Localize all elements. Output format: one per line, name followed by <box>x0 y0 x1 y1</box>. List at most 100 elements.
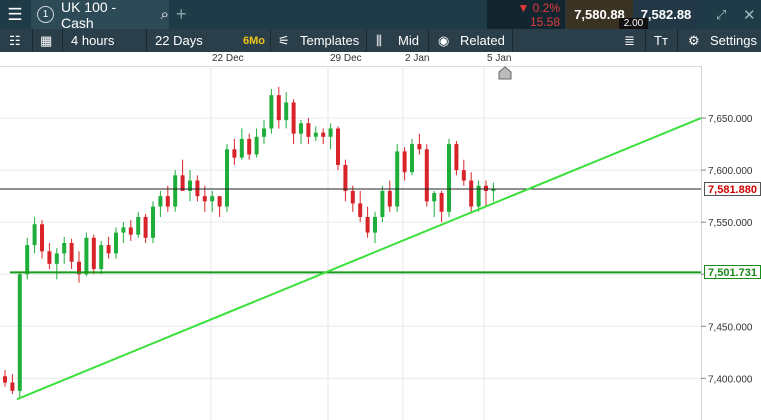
instrument-number-badge: 1 <box>37 6 54 23</box>
candle-body <box>239 138 244 158</box>
templates-button[interactable]: Templates <box>300 29 359 52</box>
date-label: 2 Jan <box>405 53 430 64</box>
price-tick-label: 7,650.000 <box>708 114 753 125</box>
candle-body <box>461 170 466 181</box>
candle-body <box>151 206 155 238</box>
candle-body <box>284 102 289 121</box>
candle-body <box>202 196 207 202</box>
expand-icon[interactable]: ⤢ <box>716 0 726 29</box>
change-percent: ▼ 0.2% <box>517 0 560 15</box>
panel-menu-icon[interactable]: ☷ <box>9 29 21 52</box>
price-type-icon[interactable]: ⫼ <box>376 29 382 52</box>
instrument-tab[interactable]: 1 UK 100 - Cash ⌕ <box>31 0 169 31</box>
candle-body <box>402 151 407 173</box>
grid-layout-icon[interactable]: ▦ <box>40 29 52 52</box>
candle-body <box>291 102 296 134</box>
scroll-marker-icon[interactable] <box>497 66 513 80</box>
candle-body <box>136 216 141 235</box>
candle-body <box>217 196 222 207</box>
candle-body <box>358 203 363 217</box>
candle-body <box>91 237 96 270</box>
candle-body <box>173 175 178 207</box>
candle-body <box>143 216 148 238</box>
text-size-icon[interactable]: Tт <box>654 29 668 52</box>
candle-body <box>306 123 311 137</box>
date-label: 5 Jan <box>487 53 512 64</box>
candle-body <box>32 224 37 246</box>
range-badge[interactable]: 6Mo <box>243 29 265 52</box>
candle-body <box>328 128 333 137</box>
instrument-name: UK 100 - Cash <box>60 0 117 31</box>
candle-body <box>343 164 348 191</box>
candle-body <box>158 196 163 207</box>
current-price-label: 7,581.880 <box>704 181 761 196</box>
price-tick-label: 7,450.000 <box>708 322 753 333</box>
instrument-bar: ☰ 1 UK 100 - Cash ⌕ + ▼ 0.2% 15.58 7,580… <box>0 0 761 31</box>
candle-body <box>40 224 44 252</box>
change-points: 15.58 <box>529 14 560 29</box>
candle-body <box>225 149 229 207</box>
candle-body <box>387 190 392 207</box>
candle-body <box>165 196 170 207</box>
candle-body <box>417 144 422 150</box>
candle-body <box>410 144 414 173</box>
candle-body <box>454 144 459 171</box>
candle-body <box>114 232 118 254</box>
price-change: ▼ 0.2% 15.58 <box>487 0 565 29</box>
candle-body <box>313 132 318 137</box>
horizontal-line-label: 7,501.731 <box>704 265 761 280</box>
annotation-lines <box>0 117 702 401</box>
candle-body <box>84 237 89 275</box>
price-chart[interactable]: 7,650.0007,600.0007,550.0007,500.0007,45… <box>0 66 761 420</box>
candle-body <box>365 216 370 233</box>
candle-body <box>54 253 59 264</box>
candle-body <box>247 138 252 155</box>
related-button[interactable]: Related <box>460 29 505 52</box>
interval-selector[interactable]: 4 hours <box>71 29 114 52</box>
drawing-tools-icon[interactable]: ≣ <box>624 29 635 52</box>
price-tick-label: 7,550.000 <box>708 218 753 229</box>
candle-body <box>373 216 377 233</box>
candle-body <box>269 95 274 129</box>
candles-group <box>3 86 496 400</box>
date-label: 29 Dec <box>330 53 362 64</box>
candle-body <box>321 132 326 137</box>
range-selector[interactable]: 22 Days <box>155 29 203 52</box>
candle-body <box>210 196 215 202</box>
candle-body <box>380 190 385 217</box>
candle-body <box>232 149 237 158</box>
add-tab-icon[interactable]: + <box>176 0 187 29</box>
candle-body <box>25 245 30 275</box>
settings-gear-icon[interactable]: ⚙ <box>688 29 700 52</box>
hamburger-menu-icon[interactable]: ☰ <box>0 0 30 29</box>
chart-toolbar: ☷ ▦ 4 hours 22 Days 6Mo ⚟ Templates ⫼ Mi… <box>0 29 761 52</box>
candle-body <box>424 149 429 202</box>
candle-body <box>299 123 303 134</box>
candle-body <box>484 185 488 191</box>
trend-line <box>16 117 702 401</box>
candle-body <box>195 180 200 197</box>
candle-body <box>62 243 67 254</box>
search-icon[interactable]: ⌕ <box>161 6 169 23</box>
candle-body <box>469 180 474 207</box>
close-icon[interactable]: ✕ <box>743 0 756 29</box>
candle-body <box>447 144 451 212</box>
candle-body <box>432 193 437 202</box>
candle-body <box>350 190 355 204</box>
related-icon[interactable]: ◉ <box>438 29 449 52</box>
candle-body <box>17 274 22 391</box>
candle-body <box>276 95 281 121</box>
candle-body <box>47 251 52 264</box>
candle-body <box>439 193 444 212</box>
candle-body <box>128 227 133 235</box>
date-axis: 22 Dec 29 Dec 2 Jan 5 Jan <box>0 52 761 67</box>
price-tick-label: 7,400.000 <box>708 374 753 385</box>
price-type-selector[interactable]: Mid <box>398 29 419 52</box>
candle-body <box>336 128 340 165</box>
candle-body <box>69 243 74 262</box>
candle-body <box>395 151 400 207</box>
candle-body <box>10 382 15 391</box>
date-label: 22 Dec <box>212 53 244 64</box>
settings-button[interactable]: Settings <box>710 29 757 52</box>
templates-icon[interactable]: ⚟ <box>278 29 290 52</box>
